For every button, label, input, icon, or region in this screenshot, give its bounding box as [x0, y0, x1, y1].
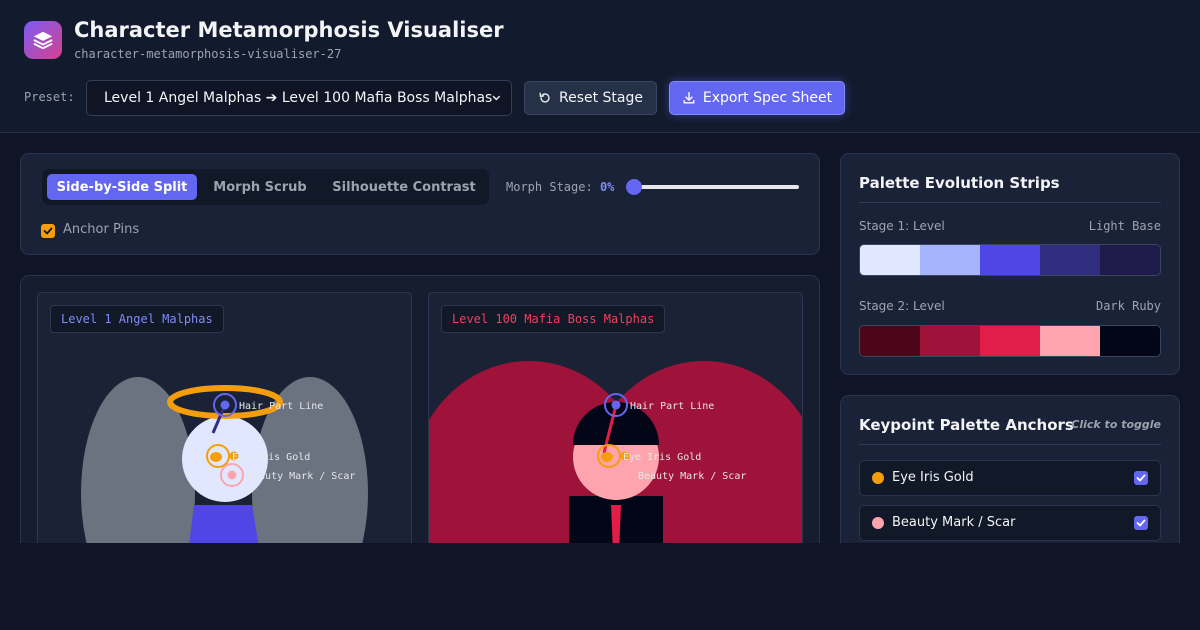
app-logo	[24, 21, 62, 59]
morph-stage-value: 0%	[599, 180, 615, 194]
toggle-hint: Click to toggle	[1071, 418, 1161, 431]
app-header: Character Metamorphosis Visualiser chara…	[0, 0, 1200, 133]
check-icon	[1136, 474, 1146, 482]
morph-stage-readout: Morph Stage: 0%	[506, 180, 614, 194]
angel-left-wing	[81, 377, 195, 543]
palette-evolution-card: Palette Evolution Strips Stage 1: Level …	[840, 153, 1180, 375]
swatch[interactable]	[980, 245, 1040, 275]
export-spec-sheet-button[interactable]: Export Spec Sheet	[669, 81, 845, 115]
check-icon	[1136, 519, 1146, 527]
preset-label: Preset:	[24, 90, 75, 104]
keypoint-anchors-card: Keypoint Palette Anchors Click to toggle…	[840, 395, 1180, 543]
preset-select[interactable]: Level 1 Angel Malphas ➔ Level 100 Mafia …	[86, 80, 512, 116]
view-controls-panel: Side-by-Side Split Morph Scrub Silhouett…	[20, 153, 820, 255]
download-icon	[683, 92, 695, 104]
anchor-item-label: Eye Iris Gold	[892, 470, 974, 485]
hair-pin-label: Hair Part Line	[630, 401, 714, 412]
reset-stage-button[interactable]: Reset Stage	[524, 81, 657, 115]
tab-silhouette-contrast[interactable]: Silhouette Contrast	[323, 174, 485, 200]
palette-title: Palette Evolution Strips	[859, 174, 1060, 192]
preset-value: Level 1 Angel Malphas ➔ Level 100 Mafia …	[104, 90, 493, 106]
angel-body	[189, 505, 259, 543]
chevron-down-icon	[493, 95, 501, 101]
view-mode-tabs: Side-by-Side Split Morph Scrub Silhouett…	[42, 169, 489, 205]
color-dot	[872, 472, 884, 484]
anchor-item-label: Beauty Mark / Scar	[892, 515, 1016, 530]
color-dot	[872, 517, 884, 529]
swatch[interactable]	[920, 245, 980, 275]
check-icon	[43, 227, 53, 235]
tab-morph-scrub[interactable]: Morph Scrub	[201, 174, 319, 200]
strip-2-label: Stage 2: Level	[859, 299, 945, 313]
swatch[interactable]	[1100, 245, 1160, 275]
palette-strip-2[interactable]	[859, 325, 1161, 357]
reset-stage-label: Reset Stage	[558, 90, 643, 106]
anchor-checkbox[interactable]	[1134, 471, 1148, 485]
divider	[859, 202, 1161, 203]
mark-pin-dot	[227, 470, 237, 480]
app-subtitle: character-metamorphosis-visualiser-27	[74, 47, 342, 61]
app-title: Character Metamorphosis Visualiser	[74, 18, 504, 42]
strip-1-label: Stage 1: Level	[859, 219, 945, 233]
anchor-item-beauty-mark[interactable]: Beauty Mark / Scar	[859, 505, 1161, 541]
tab-side-by-side-split[interactable]: Side-by-Side Split	[47, 174, 197, 200]
anchor-item-eye-iris-gold[interactable]: Eye Iris Gold	[859, 460, 1161, 496]
swatch[interactable]	[1040, 245, 1100, 275]
swatch[interactable]	[860, 326, 920, 356]
mafia-boss-tag: Level 100 Mafia Boss Malphas	[441, 305, 666, 333]
swatch[interactable]	[980, 326, 1040, 356]
angel-eye	[210, 452, 222, 462]
morph-stage-label: Morph Stage:	[506, 180, 593, 194]
eye-pin-label: Eye Iris Gold	[623, 452, 701, 463]
anchor-pins-label: Anchor Pins	[63, 222, 140, 237]
hair-pin-label: Hair Part Line	[239, 401, 323, 412]
morph-stage-slider-thumb[interactable]	[626, 179, 642, 195]
angel-tag: Level 1 Angel Malphas	[50, 305, 224, 333]
boss-eye	[601, 452, 613, 462]
anchor-checkbox[interactable]	[1134, 516, 1148, 530]
anchor-pins-checkbox[interactable]	[41, 224, 55, 238]
layers-icon	[33, 31, 53, 50]
mark-pin-label: Beauty Mark / Scar	[638, 471, 746, 482]
morph-stage-slider[interactable]	[628, 185, 799, 189]
angel-pane: Hair Part Line Eye Iris Gold Beauty Mark…	[37, 292, 412, 543]
anchors-title: Keypoint Palette Anchors	[859, 416, 1074, 434]
strip-1-name: Light Base	[1088, 219, 1161, 233]
hair-pin-dot	[220, 400, 230, 410]
swatch[interactable]	[1100, 326, 1160, 356]
swatch[interactable]	[1040, 326, 1100, 356]
palette-strip-1[interactable]	[859, 244, 1161, 276]
mark-pin-label: Beauty Mark / Scar	[247, 471, 355, 482]
export-spec-sheet-label: Export Spec Sheet	[702, 90, 833, 106]
mafia-boss-pane: Hair Part Line Eye Iris Gold Beauty Mark…	[428, 292, 803, 543]
eye-pin-label: Eye Iris Gold	[232, 452, 310, 463]
hair-pin-dot	[611, 400, 621, 410]
character-stage: Hair Part Line Eye Iris Gold Beauty Mark…	[20, 275, 820, 543]
boss-tie	[611, 505, 621, 543]
swatch[interactable]	[860, 245, 920, 275]
swatch[interactable]	[920, 326, 980, 356]
strip-2-name: Dark Ruby	[1095, 299, 1161, 313]
rotate-ccw-icon	[539, 92, 550, 103]
divider	[859, 444, 1161, 445]
